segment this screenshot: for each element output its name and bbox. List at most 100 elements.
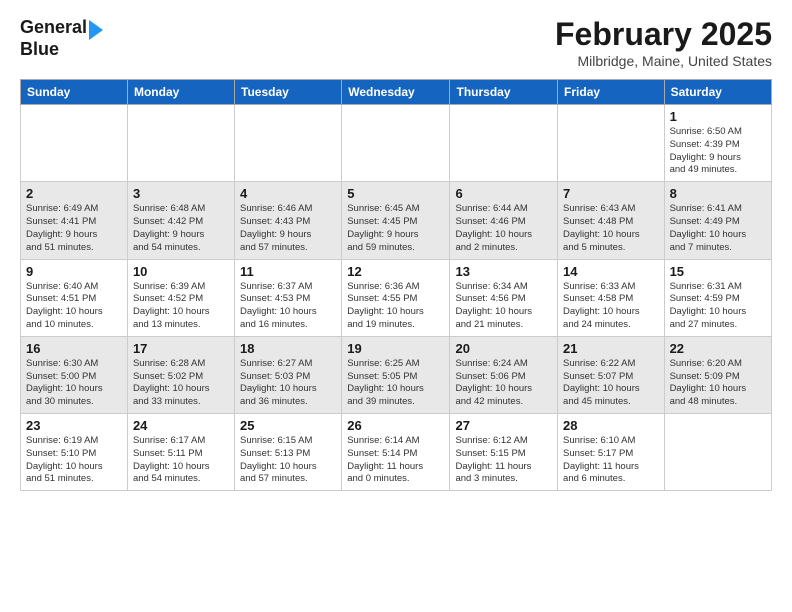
day-info: Sunrise: 6:36 AM Sunset: 4:55 PM Dayligh… [347, 281, 444, 332]
table-cell: 21 Sunrise: 6:22 AM Sunset: 5:07 PM Dayli… [558, 336, 665, 413]
day-number: 13 [455, 264, 552, 279]
day-number: 12 [347, 264, 444, 279]
day-number: 20 [455, 341, 552, 356]
day-number: 4 [240, 186, 336, 201]
day-info: Sunrise: 6:27 AM Sunset: 5:03 PM Dayligh… [240, 358, 336, 409]
table-cell [450, 105, 558, 182]
table-cell: 25 Sunrise: 6:15 AM Sunset: 5:13 PM Dayli… [235, 414, 342, 491]
calendar-week-row: 16 Sunrise: 6:30 AM Sunset: 5:00 PM Dayli… [21, 336, 772, 413]
logo-arrow-icon [89, 20, 103, 40]
day-number: 23 [26, 418, 122, 433]
day-info: Sunrise: 6:46 AM Sunset: 4:43 PM Dayligh… [240, 203, 336, 254]
day-info: Sunrise: 6:33 AM Sunset: 4:58 PM Dayligh… [563, 281, 659, 332]
table-cell [342, 105, 450, 182]
table-cell: 9 Sunrise: 6:40 AM Sunset: 4:51 PM Daylig… [21, 259, 128, 336]
col-sunday: Sunday [21, 80, 128, 105]
table-cell: 8 Sunrise: 6:41 AM Sunset: 4:49 PM Daylig… [664, 182, 771, 259]
day-number: 7 [563, 186, 659, 201]
day-info: Sunrise: 6:43 AM Sunset: 4:48 PM Dayligh… [563, 203, 659, 254]
day-number: 22 [670, 341, 766, 356]
table-cell: 1Sunrise: 6:50 AM Sunset: 4:39 PM Daylig… [664, 105, 771, 182]
day-info: Sunrise: 6:34 AM Sunset: 4:56 PM Dayligh… [455, 281, 552, 332]
table-cell [558, 105, 665, 182]
day-info: Sunrise: 6:14 AM Sunset: 5:14 PM Dayligh… [347, 435, 444, 486]
day-info: Sunrise: 6:40 AM Sunset: 4:51 PM Dayligh… [26, 281, 122, 332]
table-cell [235, 105, 342, 182]
day-info: Sunrise: 6:30 AM Sunset: 5:00 PM Dayligh… [26, 358, 122, 409]
day-number: 14 [563, 264, 659, 279]
table-cell: 13 Sunrise: 6:34 AM Sunset: 4:56 PM Dayli… [450, 259, 558, 336]
logo-text-blue: Blue [20, 40, 59, 60]
day-number: 3 [133, 186, 229, 201]
day-info: Sunrise: 6:15 AM Sunset: 5:13 PM Dayligh… [240, 435, 336, 486]
day-info: Sunrise: 6:37 AM Sunset: 4:53 PM Dayligh… [240, 281, 336, 332]
calendar-table: Sunday Monday Tuesday Wednesday Thursday… [20, 79, 772, 491]
table-cell: 23 Sunrise: 6:19 AM Sunset: 5:10 PM Dayli… [21, 414, 128, 491]
table-cell: 20 Sunrise: 6:24 AM Sunset: 5:06 PM Dayli… [450, 336, 558, 413]
day-number: 19 [347, 341, 444, 356]
calendar-week-row: 2 Sunrise: 6:49 AM Sunset: 4:41 PM Daylig… [21, 182, 772, 259]
day-info: Sunrise: 6:31 AM Sunset: 4:59 PM Dayligh… [670, 281, 766, 332]
calendar-title: February 2025 [555, 16, 772, 53]
day-info: Sunrise: 6:49 AM Sunset: 4:41 PM Dayligh… [26, 203, 122, 254]
day-info: Sunrise: 6:28 AM Sunset: 5:02 PM Dayligh… [133, 358, 229, 409]
day-info: Sunrise: 6:12 AM Sunset: 5:15 PM Dayligh… [455, 435, 552, 486]
day-number: 9 [26, 264, 122, 279]
table-cell: 4 Sunrise: 6:46 AM Sunset: 4:43 PM Daylig… [235, 182, 342, 259]
day-info: Sunrise: 6:24 AM Sunset: 5:06 PM Dayligh… [455, 358, 552, 409]
day-info: Sunrise: 6:39 AM Sunset: 4:52 PM Dayligh… [133, 281, 229, 332]
calendar-week-row: 1Sunrise: 6:50 AM Sunset: 4:39 PM Daylig… [21, 105, 772, 182]
table-cell: 19 Sunrise: 6:25 AM Sunset: 5:05 PM Dayli… [342, 336, 450, 413]
table-cell: 2 Sunrise: 6:49 AM Sunset: 4:41 PM Daylig… [21, 182, 128, 259]
table-cell: 5 Sunrise: 6:45 AM Sunset: 4:45 PM Daylig… [342, 182, 450, 259]
day-number: 11 [240, 264, 336, 279]
table-cell: 18 Sunrise: 6:27 AM Sunset: 5:03 PM Dayli… [235, 336, 342, 413]
header: General Blue February 2025 Milbridge, Ma… [20, 16, 772, 69]
col-saturday: Saturday [664, 80, 771, 105]
day-info: Sunrise: 6:10 AM Sunset: 5:17 PM Dayligh… [563, 435, 659, 486]
table-cell: 16 Sunrise: 6:30 AM Sunset: 5:00 PM Dayli… [21, 336, 128, 413]
calendar-header-row: Sunday Monday Tuesday Wednesday Thursday… [21, 80, 772, 105]
day-number: 15 [670, 264, 766, 279]
table-cell: 27 Sunrise: 6:12 AM Sunset: 5:15 PM Dayli… [450, 414, 558, 491]
day-number: 17 [133, 341, 229, 356]
table-cell: 14 Sunrise: 6:33 AM Sunset: 4:58 PM Dayli… [558, 259, 665, 336]
logo: General Blue [20, 16, 103, 60]
day-number: 27 [455, 418, 552, 433]
table-cell: 7 Sunrise: 6:43 AM Sunset: 4:48 PM Daylig… [558, 182, 665, 259]
table-cell [127, 105, 234, 182]
table-cell: 6Sunrise: 6:44 AM Sunset: 4:46 PM Daylig… [450, 182, 558, 259]
day-number: 28 [563, 418, 659, 433]
day-number: 26 [347, 418, 444, 433]
table-cell [664, 414, 771, 491]
table-cell: 24 Sunrise: 6:17 AM Sunset: 5:11 PM Dayli… [127, 414, 234, 491]
table-cell: 26 Sunrise: 6:14 AM Sunset: 5:14 PM Dayli… [342, 414, 450, 491]
day-number: 25 [240, 418, 336, 433]
table-cell: 22 Sunrise: 6:20 AM Sunset: 5:09 PM Dayli… [664, 336, 771, 413]
day-number: 5 [347, 186, 444, 201]
table-cell: 3 Sunrise: 6:48 AM Sunset: 4:42 PM Daylig… [127, 182, 234, 259]
day-number: 16 [26, 341, 122, 356]
day-info: Sunrise: 6:48 AM Sunset: 4:42 PM Dayligh… [133, 203, 229, 254]
day-number: 21 [563, 341, 659, 356]
col-thursday: Thursday [450, 80, 558, 105]
day-info: Sunrise: 6:41 AM Sunset: 4:49 PM Dayligh… [670, 203, 766, 254]
day-number: 24 [133, 418, 229, 433]
col-monday: Monday [127, 80, 234, 105]
table-cell [21, 105, 128, 182]
title-block: February 2025 Milbridge, Maine, United S… [555, 16, 772, 69]
table-cell: 12 Sunrise: 6:36 AM Sunset: 4:55 PM Dayli… [342, 259, 450, 336]
day-info: Sunrise: 6:25 AM Sunset: 5:05 PM Dayligh… [347, 358, 444, 409]
col-friday: Friday [558, 80, 665, 105]
day-info: Sunrise: 6:19 AM Sunset: 5:10 PM Dayligh… [26, 435, 122, 486]
day-info: Sunrise: 6:17 AM Sunset: 5:11 PM Dayligh… [133, 435, 229, 486]
day-info: Sunrise: 6:45 AM Sunset: 4:45 PM Dayligh… [347, 203, 444, 254]
day-number: 10 [133, 264, 229, 279]
day-number: 2 [26, 186, 122, 201]
day-info: Sunrise: 6:20 AM Sunset: 5:09 PM Dayligh… [670, 358, 766, 409]
day-number: 8 [670, 186, 766, 201]
calendar-week-row: 23 Sunrise: 6:19 AM Sunset: 5:10 PM Dayli… [21, 414, 772, 491]
calendar-subtitle: Milbridge, Maine, United States [555, 53, 772, 69]
day-info: Sunrise: 6:22 AM Sunset: 5:07 PM Dayligh… [563, 358, 659, 409]
day-number: 18 [240, 341, 336, 356]
